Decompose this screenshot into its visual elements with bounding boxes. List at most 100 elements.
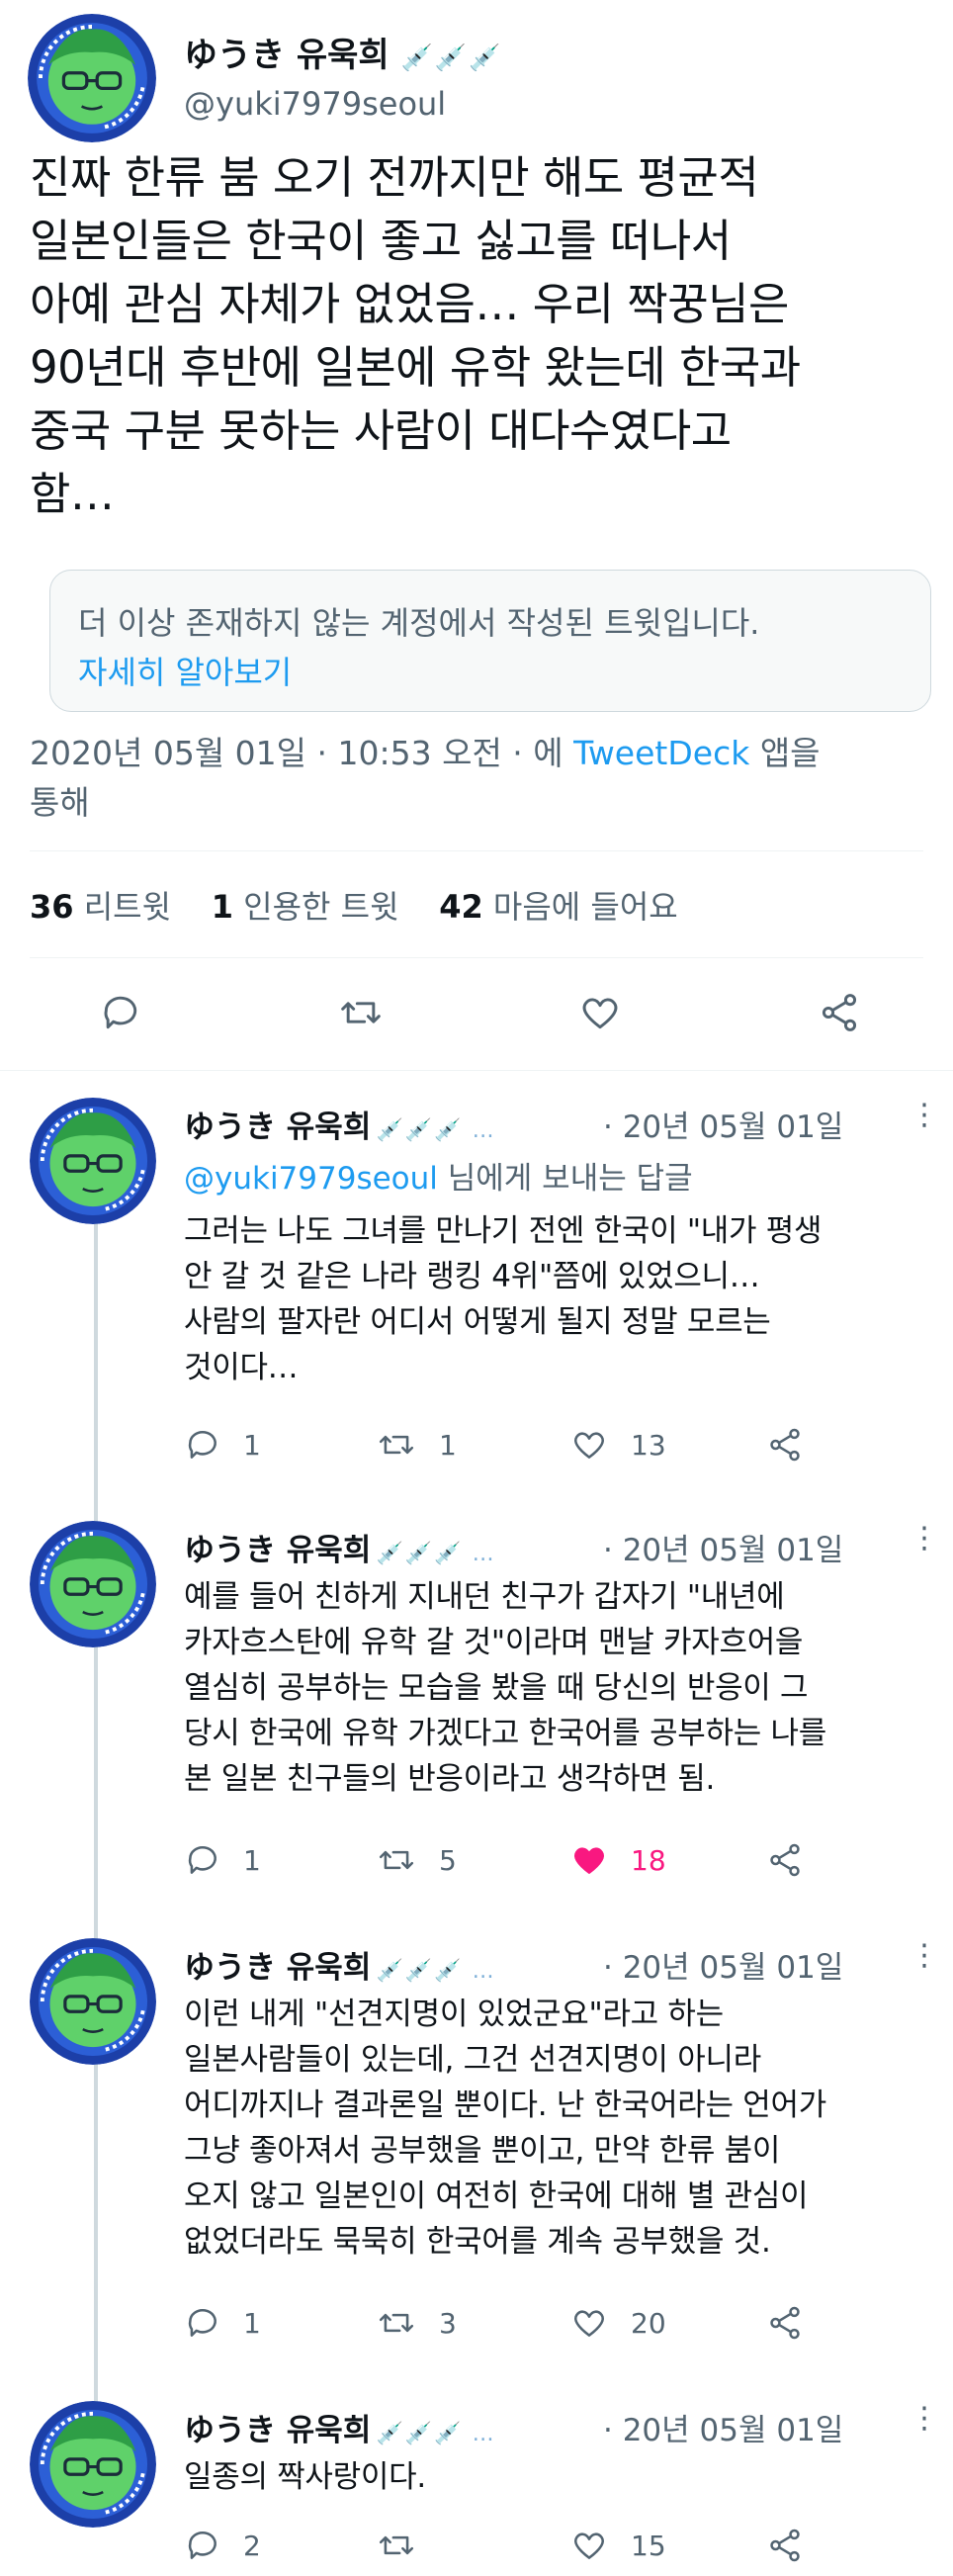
reply-timestamp[interactable]: · 20년 05월 01일 [603,1525,843,1569]
reply-text: 일종의 짝사랑이다. [184,2459,426,2495]
reply-count: 1 [243,2306,261,2340]
more-options-icon[interactable]: ⋮ [910,1098,939,1132]
retweet-icon [379,2535,414,2555]
reply-timestamp[interactable]: · 20년 05월 01일 [603,2405,843,2449]
reply-icon[interactable] [99,991,142,1034]
replying-handle[interactable]: @yuki7979seoul [184,1161,438,1197]
retweet-button[interactable]: 5 [376,1841,457,1879]
share-icon [770,1428,800,1462]
share-icon [770,1843,800,1877]
reply-count: 1 [243,1843,261,1877]
avatar[interactable] [28,14,156,142]
retweets-stat[interactable]: 36 리트윗 [30,888,171,926]
like-button[interactable]: 13 [569,1426,666,1464]
divider [0,1070,953,1071]
source-link[interactable]: TweetDeck [573,734,749,772]
reply-text: 예를 들어 친하게 지내던 친구가 갑자기 "내년에 카자흐스탄에 유학 갈 것… [184,1579,826,1797]
reply-text: 이런 내게 "선견지명이 있었군요"라고 하는 일본사람들이 있는데, 그건 선… [184,1997,826,2260]
author-name[interactable]: ゆうき 유욱희 💉💉💉 [184,28,503,76]
author-name[interactable]: ゆうき 유욱희 [184,1110,371,1145]
author-name-text: ゆうき 유욱희 [184,36,390,75]
like-count: 20 [631,2306,666,2340]
like-button[interactable]: 20 [569,2304,666,2342]
retweets-label: 리트윗 [83,888,172,926]
learn-more-link[interactable]: 자세히 알아보기 [78,648,292,693]
source-suffix-line2: 통해 [30,783,90,822]
reply-icon [188,1430,217,1459]
reply-text: 그러는 나도 그녀를 만나기 전엔 한국이 "내가 평생 안 갈 것 같은 나라… [184,1213,823,1385]
tweet-text: 진짜 한류 붐 오기 전까지만 해도 평균적 일본인들은 한국이 좋고 싫고를 … [30,151,801,520]
share-button[interactable] [765,1426,826,1464]
retweet-count: 1 [439,1428,457,1462]
like-icon [573,1847,605,1874]
share-button[interactable] [765,2304,826,2342]
like-button[interactable]: 15 [569,2527,666,2564]
reply-header: ゆうき 유욱희 💉💉💉 … · 20년 05월 01일 ⋮ [184,2401,939,2452]
reply-button[interactable]: 2 [184,2527,261,2564]
share-button[interactable] [765,2527,826,2564]
timestamp[interactable]: 2020년 05월 01일 · 10:53 오전 · 에 [30,734,573,772]
retweet-icon [379,2313,414,2333]
likes-count: 42 [439,888,483,926]
reply-timestamp[interactable]: · 20년 05월 01일 [603,1102,843,1146]
like-button[interactable]: 18 [569,1841,666,1879]
syringe-emoji: 💉💉💉 … [376,1959,496,1984]
reply-timestamp[interactable]: · 20년 05월 01일 [603,1942,843,1987]
syringe-emoji: 💉💉💉 … [376,1118,496,1143]
retweet-icon[interactable] [336,991,386,1034]
like-icon [573,2310,605,2337]
reply-button[interactable]: 1 [184,1841,261,1879]
more-options-icon[interactable]: ⋮ [910,1521,939,1555]
reply-header: ゆうき 유욱희 💉💉💉 … · 20년 05월 01일 ⋮ [184,1098,939,1149]
like-count: 13 [631,1428,666,1462]
tweet-stats: 36 리트윗 1 인용한 트윗 42 마음에 들어요 [30,882,678,928]
like-count: 15 [631,2529,666,2562]
avatar[interactable] [30,1938,156,2065]
retweet-button[interactable] [376,2527,439,2564]
like-icon [573,2532,605,2559]
author-name[interactable]: ゆうき 유욱희 [184,2413,371,2448]
retweet-button[interactable]: 3 [376,2304,457,2342]
likes-label: 마음에 들어요 [492,888,678,926]
avatar[interactable] [30,2401,156,2528]
quotes-stat[interactable]: 1 인용한 트윗 [212,888,399,926]
reply-header: ゆうき 유욱희 💉💉💉 … · 20년 05월 01일 ⋮ [184,1938,939,1990]
more-options-icon[interactable]: ⋮ [910,2401,939,2436]
replying-to: @yuki7979seoul 님에게 보내는 답글 [184,1153,693,1198]
reply-count: 2 [243,2529,261,2562]
like-icon[interactable] [577,991,623,1034]
author-handle[interactable]: @yuki7979seoul [184,85,446,123]
reply-count: 1 [243,1428,261,1462]
author-name[interactable]: ゆうき 유욱희 [184,1533,371,1568]
replying-suffix: 님에게 보내는 답글 [437,1161,693,1197]
thread-line [94,1206,98,2433]
quotes-label: 인용한 트윗 [243,888,399,926]
share-icon[interactable] [817,991,862,1034]
retweets-count: 36 [30,888,74,926]
likes-stat[interactable]: 42 마음에 들어요 [439,888,678,926]
avatar[interactable] [30,1521,156,1647]
like-icon [573,1432,605,1459]
reply-icon [188,2531,217,2559]
share-icon [770,2529,800,2562]
more-options-icon[interactable]: ⋮ [910,1938,939,1973]
divider [30,957,923,958]
share-icon [770,2306,800,2340]
retweet-count: 5 [439,1843,457,1877]
reply-icon [188,2308,217,2337]
author-name[interactable]: ゆうき 유욱희 [184,1950,371,1986]
share-button[interactable] [765,1841,826,1879]
like-count: 18 [631,1843,666,1877]
source-suffix: 앱을 [749,734,821,772]
reply-button[interactable]: 1 [184,2304,261,2342]
reply-icon [188,1845,217,1874]
avatar[interactable] [30,1098,156,1224]
retweet-button[interactable]: 1 [376,1426,457,1464]
tweet-metadata: 2020년 05월 01일 · 10:53 오전 · 에 TweetDeck 앱… [30,729,919,828]
reply-button[interactable]: 1 [184,1426,261,1464]
syringe-emoji: 💉💉💉 … [376,1542,496,1566]
retweet-count: 3 [439,2306,457,2340]
syringe-emoji: 💉💉💉 [400,44,503,73]
deleted-account-notice: 더 이상 존재하지 않는 계정에서 작성된 트윗입니다. 자세히 알아보기 [49,570,931,712]
quotes-count: 1 [211,888,233,926]
